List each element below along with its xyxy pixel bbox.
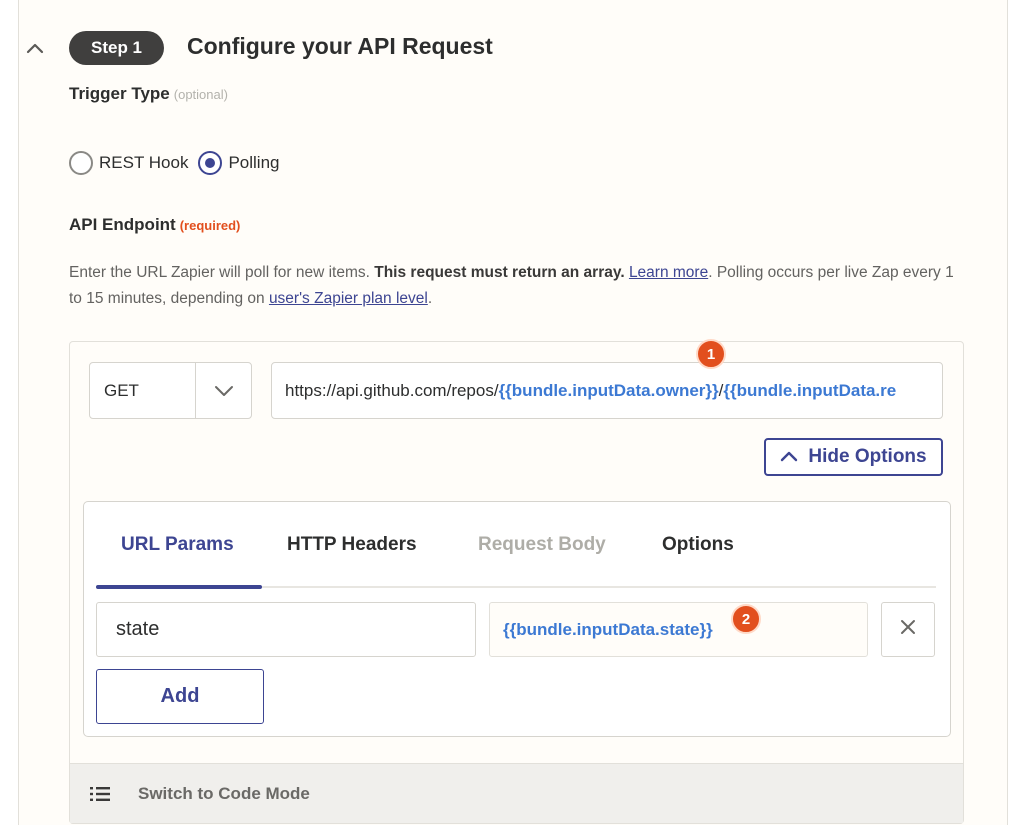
step-badge: Step 1 [69,31,165,65]
api-endpoint-text: API Endpoint [69,215,176,234]
active-tab-indicator [96,585,262,589]
desc-text-3: . [427,290,433,307]
plan-level-link[interactable]: user's Zapier plan level [269,290,428,307]
param-value-token: {{bundle.inputData.state}} [503,619,713,639]
http-method-value: GET [90,363,196,418]
radio-rest-hook-label[interactable]: REST Hook [99,153,188,173]
step-title: Configure your API Request [187,33,493,59]
switch-to-code-mode-bar[interactable]: Switch to Code Mode [70,763,963,823]
collapse-chevron-icon[interactable] [24,38,46,60]
optional-hint: (optional) [173,87,228,102]
chevron-up-icon [780,446,798,468]
list-icon [90,786,110,802]
desc-text-1: Enter the URL Zapier will poll for new i… [69,264,370,281]
tab-http-headers[interactable]: HTTP Headers [287,534,417,556]
http-method-select[interactable]: GET [89,362,252,419]
api-endpoint-label: API Endpoint (required) [69,215,240,235]
chevron-down-icon[interactable] [196,363,251,418]
desc-bold: This request must return an array. [374,264,625,281]
tab-options[interactable]: Options [662,534,734,556]
hide-options-button[interactable]: Hide Options [764,438,943,476]
trigger-type-label: Trigger Type (optional) [69,84,228,104]
trigger-type-radio-group: REST Hook Polling [69,151,280,175]
close-icon [900,619,916,640]
radio-polling-label[interactable]: Polling [228,153,279,173]
url-token-repo: {{bundle.inputData.re [723,381,897,400]
trigger-type-text: Trigger Type [69,84,170,103]
step-marker-1: 1 [696,339,726,369]
radio-polling[interactable] [198,151,223,175]
tab-request-body: Request Body [478,534,606,555]
radio-rest-hook[interactable] [69,151,93,175]
endpoint-url-input[interactable]: https://api.github.com/repos/{{bundle.in… [271,362,943,419]
param-key-input[interactable]: state [96,602,476,657]
required-hint: (required) [179,218,241,233]
param-value-input[interactable]: {{bundle.inputData.state}} [489,602,868,657]
code-mode-label: Switch to Code Mode [138,783,310,803]
url-token-owner: {{bundle.inputData.owner}} [498,381,719,400]
url-prefix: https://api.github.com/repos/ [285,381,499,400]
tab-url-params[interactable]: URL Params [121,534,234,556]
hide-options-label: Hide Options [808,446,927,467]
add-param-button[interactable]: Add [96,669,264,724]
step-marker-2: 2 [731,604,761,634]
remove-param-button[interactable] [881,602,935,657]
endpoint-description: Enter the URL Zapier will poll for new i… [69,260,959,312]
learn-more-link[interactable]: Learn more [629,264,708,281]
